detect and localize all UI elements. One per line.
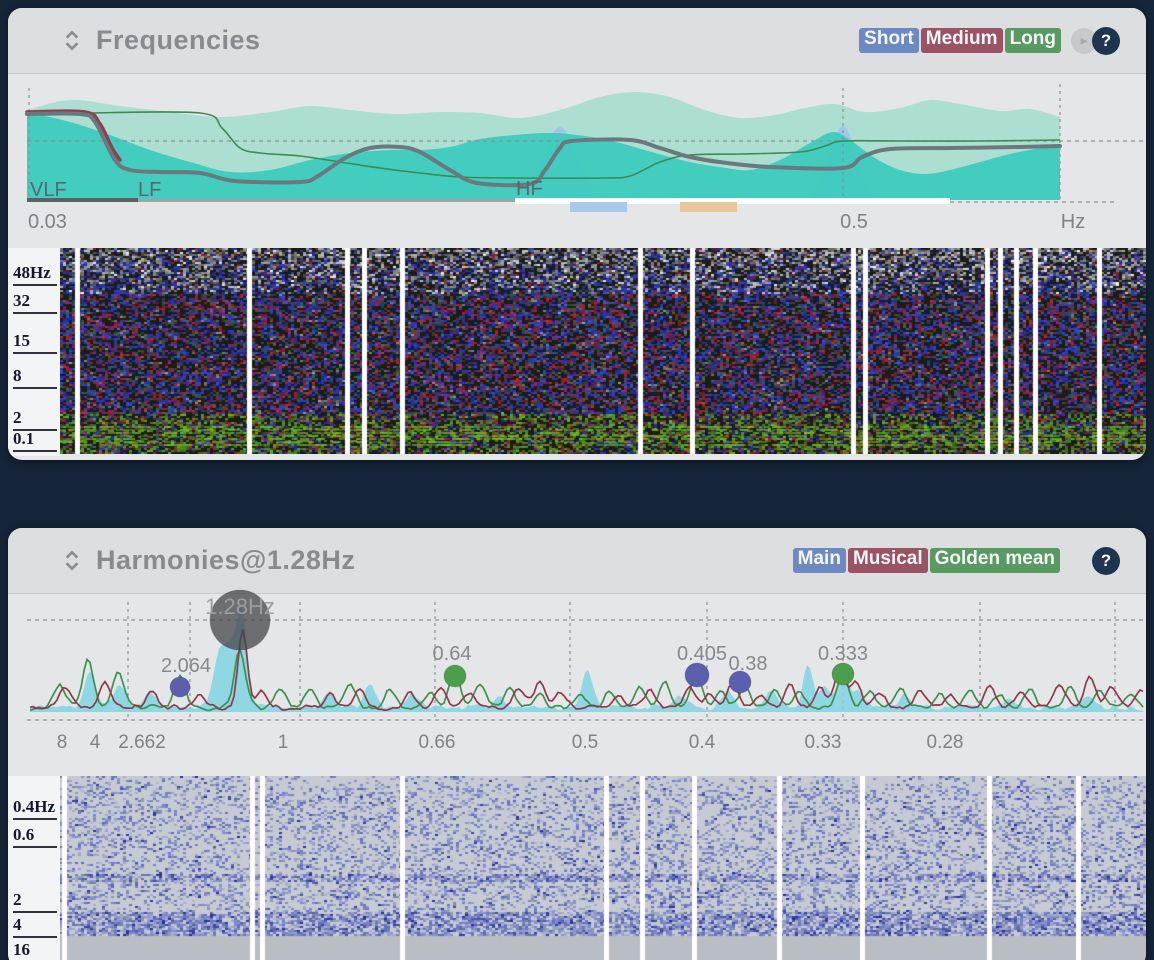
band-label: LF: [138, 179, 161, 201]
harmonies-panel: Harmonies@1.28Hz Main Musical Golden mea…: [8, 528, 1146, 960]
legend-badge-long[interactable]: Long: [1005, 28, 1061, 54]
harmonic-marker-label: 0.333: [818, 643, 868, 665]
collapse-icon[interactable]: [62, 29, 82, 53]
panel-title-harmonies: Harmonies@1.28Hz: [96, 545, 355, 576]
harmonic-marker[interactable]: [444, 665, 466, 687]
legend-badge-golden-mean[interactable]: Golden mean: [930, 548, 1060, 574]
harmonic-marker-label: 0.64: [433, 643, 472, 665]
baseline-strip: [138, 199, 515, 202]
x-axis-label: 0.28: [927, 732, 964, 753]
harmonics-svg: 1.28Hz 2.064 0.64 0.4050.38 0.333 8 4 2.662 1 0.6…: [8, 594, 1146, 770]
legend-badge-main[interactable]: Main: [793, 548, 846, 574]
band-label: HF: [516, 178, 543, 200]
harmonic-marker-label: 1.28Hz: [205, 594, 275, 619]
harmonic-marker-label: 0.38: [729, 653, 768, 675]
harmonics-spectrogram[interactable]: 0.4Hz 0.6 2416: [8, 776, 1146, 960]
spectrogram-axis-label: 32: [13, 291, 57, 314]
harmonic-marker-label: 0.405: [677, 643, 727, 665]
spectrogram-axis-label: 15: [13, 331, 57, 354]
help-button-harmonies[interactable]: ?: [1092, 547, 1120, 575]
x-axis-label: 2.662: [118, 732, 166, 753]
x-axis-label: Hz: [1061, 211, 1085, 233]
x-axis-label: 4: [90, 732, 101, 753]
spectrogram-axis-label: 16: [13, 940, 57, 960]
x-axis-label: 0.4: [689, 732, 716, 753]
spectrogram-axis-label: 0.6: [13, 825, 57, 848]
legend-badge-musical[interactable]: Musical: [848, 548, 928, 574]
x-axis-label: 0.33: [805, 732, 842, 753]
spectrogram-axis-label: 4: [13, 915, 57, 938]
harmonies-header: Harmonies@1.28Hz Main Musical Golden mea…: [8, 528, 1146, 594]
spectrogram-axis-label: 48Hz: [13, 263, 57, 286]
harmonic-marker[interactable]: [170, 677, 190, 697]
harmonies-legend: Main Musical Golden mean ?: [791, 547, 1120, 575]
spectrogram-axis-label: 0.1: [13, 429, 57, 452]
band-label: VLF: [30, 179, 67, 201]
harmonic-marker-label: 2.064: [161, 655, 211, 677]
spectrogram-axis-label: 2: [13, 408, 57, 431]
frequencies-legend: Short Medium Long ▸ ?: [857, 27, 1120, 55]
x-axis-label: 0.66: [419, 732, 456, 753]
x-axis-label: 8: [57, 732, 68, 753]
x-axis-label: 0.5: [572, 732, 598, 753]
frequencies-header: Frequencies Short Medium Long ▸ ?: [8, 8, 1146, 74]
harmonic-marker[interactable]: [832, 663, 854, 685]
spectrogram-axis-label: 2: [13, 890, 57, 913]
x-axis-label: 1: [278, 732, 289, 753]
x-axis-label: 0.5: [840, 211, 868, 233]
panel-title-frequencies: Frequencies: [96, 25, 261, 56]
frequency-spectrum-chart[interactable]: VLF LF HF 0.03 0.5 Hz: [8, 74, 1146, 248]
frequency-spectrogram-axis: 48Hz 32 15 8 20.1: [8, 248, 60, 456]
frequency-spectrogram[interactable]: 48Hz 32 15 8 20.1: [8, 248, 1146, 456]
spectrogram-axis-label: 0.4Hz: [13, 797, 57, 820]
spectrogram-axis-label: 8: [13, 366, 57, 389]
collapse-icon[interactable]: [62, 549, 82, 573]
x-axis-label: 0.03: [28, 211, 67, 233]
frequency-spectrum-svg: VLF LF HF 0.03 0.5 Hz: [8, 74, 1146, 248]
frequencies-panel: Frequencies Short Medium Long ▸ ? VLF LF H…: [8, 8, 1146, 460]
baseline-strip: [570, 202, 627, 212]
help-button-frequencies[interactable]: ?: [1092, 27, 1120, 55]
legend-badge-medium[interactable]: Medium: [921, 28, 1003, 54]
app-background: Frequencies Short Medium Long ▸ ? VLF LF H…: [0, 0, 1154, 960]
baseline-strip: [680, 202, 737, 212]
harmonics-spectrogram-canvas[interactable]: [60, 776, 1146, 960]
legend-badge-short[interactable]: Short: [859, 28, 919, 54]
frequency-spectrogram-canvas[interactable]: [60, 248, 1146, 454]
harmonics-spectrogram-axis: 0.4Hz 0.6 2416: [8, 776, 60, 960]
harmonics-chart[interactable]: 1.28Hz 2.064 0.64 0.4050.38 0.333 8 4 2.662 1 0.6…: [8, 594, 1146, 770]
harmonic-marker[interactable]: [685, 663, 709, 687]
play-icon: ▸: [1080, 32, 1087, 49]
